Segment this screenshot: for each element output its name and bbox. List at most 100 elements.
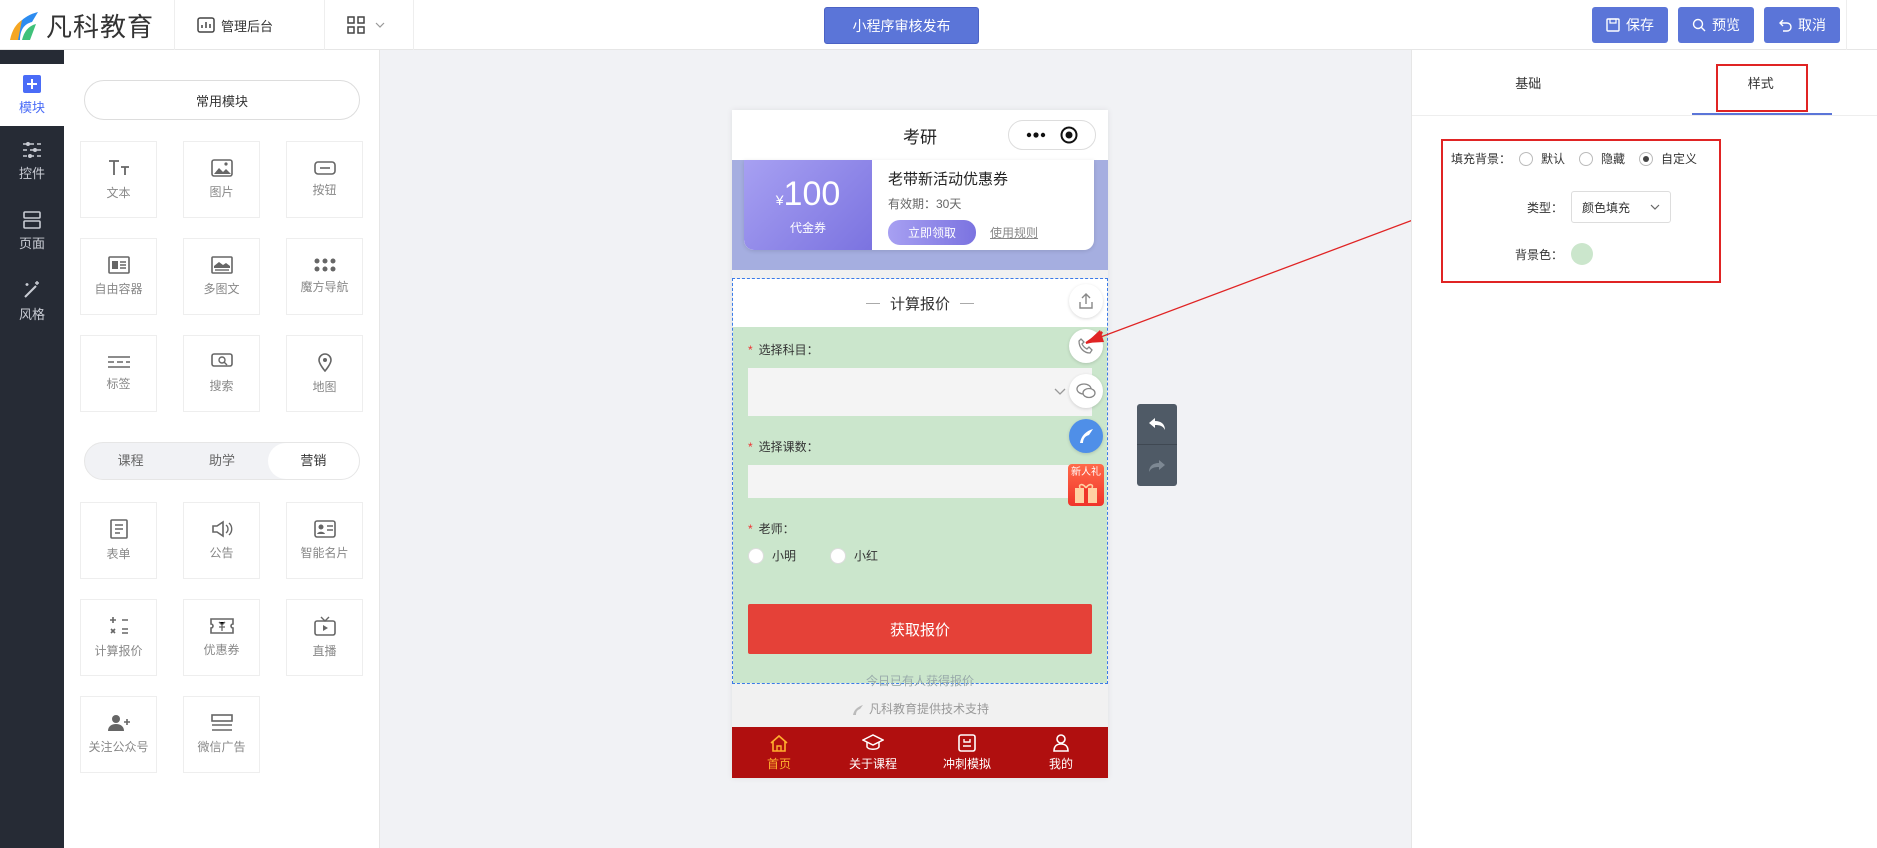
tab-label: 冲刺模拟 — [942, 756, 991, 771]
tab-basic[interactable]: 基础 — [1412, 50, 1645, 115]
tab-mine[interactable]: 我的 — [1014, 727, 1108, 778]
module-label: 优惠券 — [203, 643, 240, 657]
save-button[interactable]: 保存 — [1592, 7, 1668, 43]
common-modules-title[interactable]: 常用模块 — [84, 80, 360, 120]
card-icon — [313, 520, 336, 538]
lessons-label: * 选择课数： — [748, 440, 819, 454]
tab-mock-exam[interactable]: 冲刺模拟 — [920, 727, 1014, 778]
nav-admin[interactable]: 管理后台 — [174, 0, 295, 50]
save-label: 保存 — [1626, 17, 1654, 33]
teacher-option[interactable]: 小红 — [830, 547, 878, 564]
module-coupon[interactable]: 优惠券 — [183, 599, 260, 676]
module-search[interactable]: 搜索 — [183, 335, 260, 412]
module-label: 按钮 — [312, 183, 337, 197]
fill-background-label: 填充背景： — [1451, 152, 1512, 166]
redo-arrow-icon — [1149, 459, 1165, 472]
module-follow-account[interactable]: 关注公众号 — [80, 696, 157, 773]
close-target-icon — [1060, 126, 1078, 144]
coupon-rules-link[interactable]: 使用规则 — [990, 224, 1038, 241]
module-multi-image[interactable]: 多图文 — [183, 238, 260, 315]
subject-select[interactable] — [748, 368, 1092, 416]
sidebar-item-modules[interactable]: 模块 — [0, 64, 64, 126]
undo-button[interactable] — [1137, 404, 1177, 445]
dashboard-icon — [197, 17, 215, 33]
publish-button[interactable]: 小程序审核发布 — [824, 7, 979, 44]
tab-marketing[interactable]: 营销 — [267, 443, 359, 479]
sidebar-item-label: 模块 — [18, 99, 45, 115]
quote-note: 今日已有人获得报价 — [865, 674, 974, 688]
module-form[interactable]: 表单 — [80, 502, 157, 579]
module-category-tabs: 课程 助学 营销 — [84, 442, 360, 480]
undo-icon — [1779, 19, 1792, 32]
teacher-option[interactable]: 小明 — [748, 547, 796, 564]
sidebar-item-pages[interactable]: 页面 — [0, 196, 64, 266]
preview-button[interactable]: 预览 — [1678, 7, 1754, 43]
logo-icon — [10, 12, 38, 40]
module-text[interactable]: 文本 — [80, 141, 157, 218]
new-user-gift[interactable]: 新人礼 — [1068, 464, 1104, 506]
multi-image-icon — [210, 256, 233, 274]
form-icon — [109, 519, 128, 539]
module-label: 自由容器 — [94, 282, 143, 296]
coupon-currency: ¥ — [775, 191, 784, 208]
tab-label: 我的 — [1048, 756, 1073, 771]
calc-quote-module[interactable]: 计算报价 * 选择科目： * 选择课数： * 老师： 小明 小红 获取报价 今日已有人… — [732, 278, 1108, 688]
fill-type-value: 颜色填充 — [1582, 200, 1631, 215]
tab-study-aid[interactable]: 助学 — [176, 443, 267, 479]
layout-icon — [23, 210, 41, 229]
calc-quote-title: 计算报价 — [889, 295, 950, 313]
coupon-amount: ¥100 — [776, 175, 841, 219]
cancel-label: 取消 — [1798, 17, 1826, 33]
tab-home[interactable]: 首页 — [732, 727, 826, 778]
module-button[interactable]: 按钮 — [286, 141, 363, 218]
module-notice[interactable]: 公告 — [183, 502, 260, 579]
brand-button[interactable] — [1069, 419, 1103, 453]
sidebar-item-style[interactable]: 风格 — [0, 266, 64, 336]
module-tag[interactable]: 标签 — [80, 335, 157, 412]
logo-text: 凡科教育 — [46, 11, 155, 42]
lessons-input[interactable] — [748, 465, 1092, 498]
fill-option-hidden[interactable]: 隐藏 — [1579, 150, 1625, 167]
user-plus-icon — [107, 715, 130, 731]
sidebar-item-label: 控件 — [18, 165, 45, 181]
page-title: 考研 — [903, 127, 937, 147]
coupon-amount-value: 100 — [783, 174, 841, 213]
highlight-box-style-tab — [1716, 64, 1808, 112]
fill-option-default[interactable]: 默认 — [1519, 150, 1565, 167]
fill-option-custom[interactable]: 自定义 — [1639, 150, 1697, 167]
wechat-button[interactable] — [1069, 374, 1103, 408]
module-image[interactable]: 图片 — [183, 141, 260, 218]
top-divider — [1846, 0, 1847, 50]
coupon-value-block: ¥100 代金券 — [744, 160, 872, 250]
brand-small-icon — [852, 704, 863, 715]
coupon-title: 老带新活动优惠券 — [888, 171, 1009, 188]
tv-icon — [313, 616, 336, 636]
logo[interactable]: 凡科教育 — [8, 8, 154, 42]
tab-about-course[interactable]: 关于课程 — [826, 727, 920, 778]
module-smart-card[interactable]: 智能名片 — [286, 502, 363, 579]
module-container[interactable]: 自由容器 — [80, 238, 157, 315]
background-color-swatch[interactable] — [1571, 243, 1594, 265]
module-grid-nav[interactable]: 魔方导航 — [286, 238, 363, 315]
redo-button[interactable] — [1137, 445, 1177, 486]
get-quote-button[interactable]: 获取报价 — [748, 604, 1092, 654]
module-live[interactable]: 直播 — [286, 599, 363, 676]
tab-courses[interactable]: 课程 — [85, 443, 176, 479]
cancel-button[interactable]: 取消 — [1764, 7, 1840, 43]
apps-menu[interactable] — [324, 0, 414, 50]
sidebar-item-controls[interactable]: 控件 — [0, 126, 64, 196]
grid-dots-icon — [314, 258, 335, 272]
phone-header: 考研 — [732, 110, 1108, 160]
more-icon — [1026, 132, 1046, 138]
module-map[interactable]: 地图 — [286, 335, 363, 412]
fill-type-select[interactable]: 颜色填充 — [1571, 191, 1672, 223]
module-wechat-ad[interactable]: 微信广告 — [183, 696, 260, 773]
chevron-down-icon — [1650, 204, 1660, 210]
mini-program-capsule[interactable] — [1008, 120, 1096, 150]
exam-icon — [958, 733, 976, 752]
top-bar: 凡科教育 管理后台 小程序审核发布 保存 预览 取消 — [0, 0, 1877, 50]
chevron-down-icon — [375, 22, 385, 28]
plus-square-icon — [23, 74, 41, 93]
claim-coupon-button[interactable]: 立即领取 — [888, 220, 977, 245]
module-calc-quote[interactable]: 计算报价 — [80, 599, 157, 676]
